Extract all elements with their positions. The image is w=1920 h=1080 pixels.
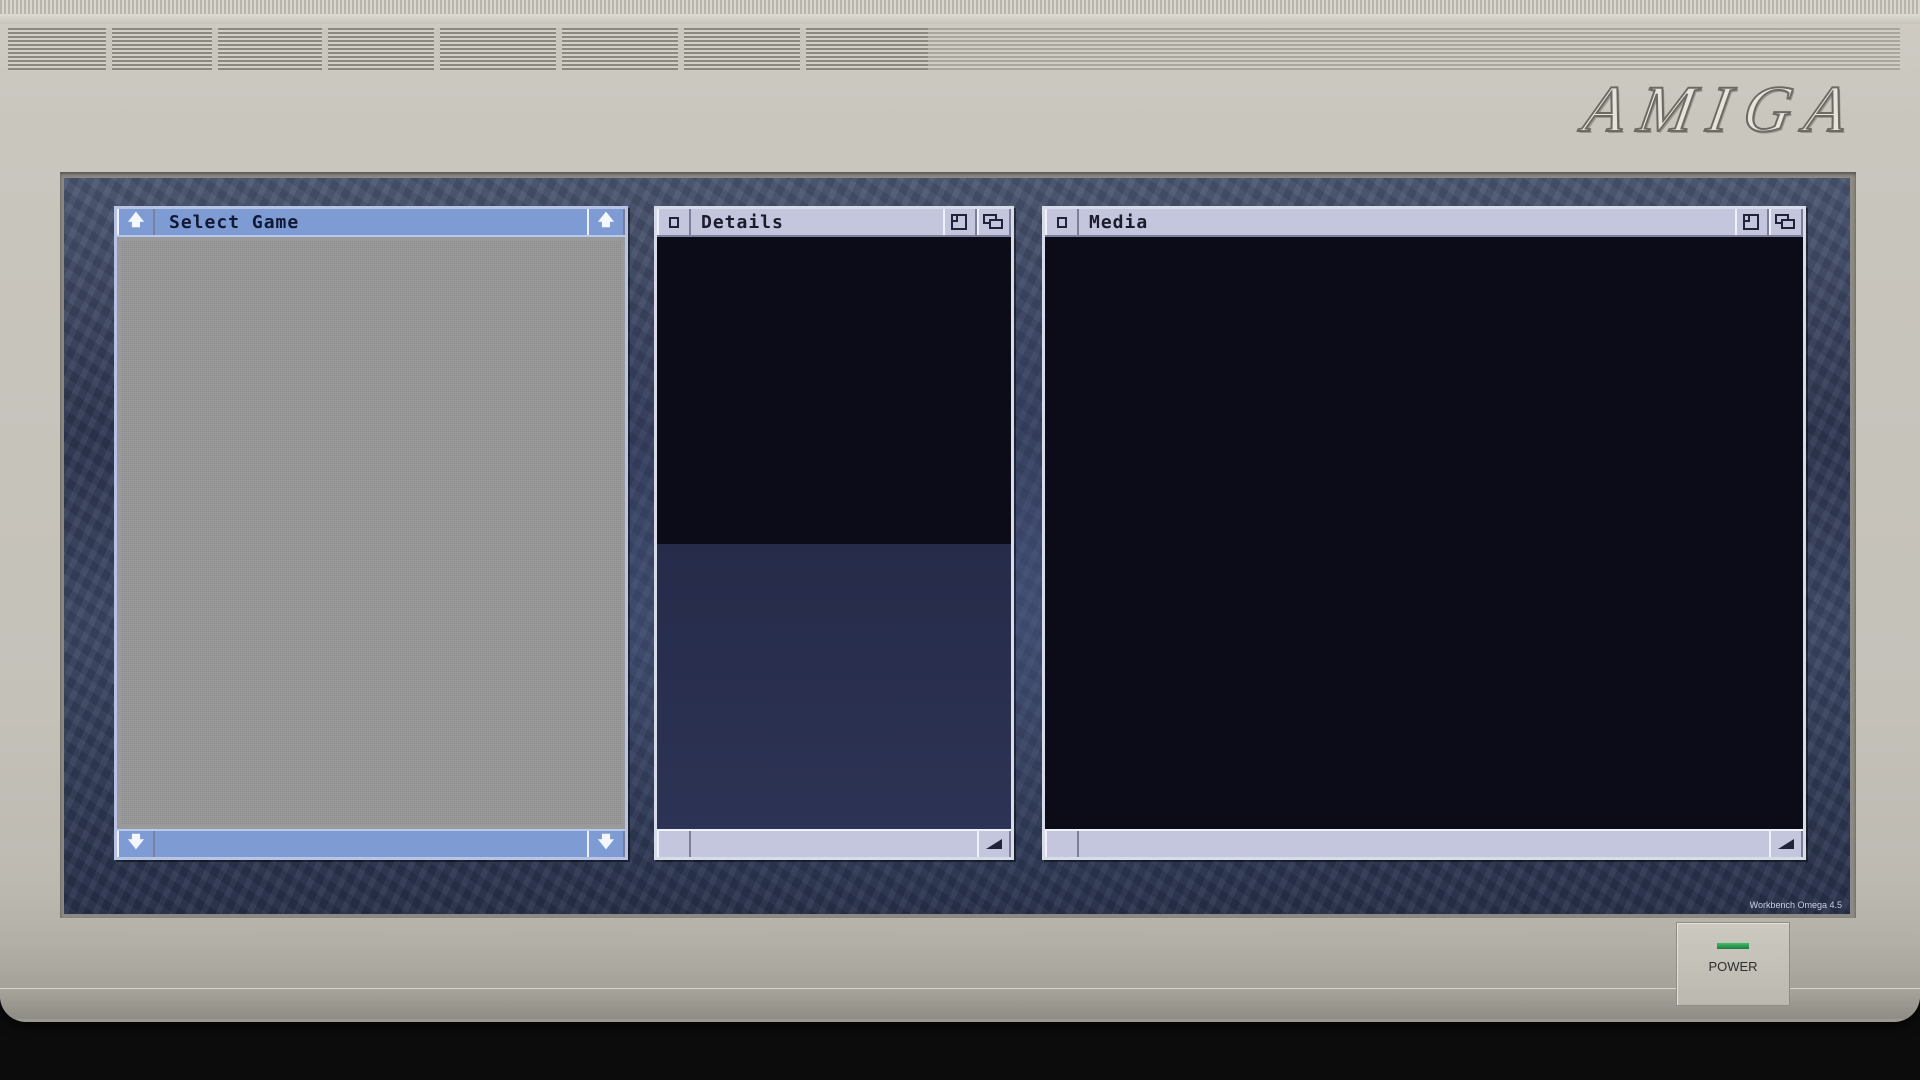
media-depth-button[interactable] [1769,209,1803,235]
details-bottom-left-gadget[interactable] [657,831,691,857]
details-close-button[interactable] [657,209,691,235]
case-vent-right [928,28,1900,70]
close-gadget-icon [669,216,679,228]
vent-divider [678,28,684,70]
media-titlebar[interactable]: Media [1045,209,1803,237]
size-gadget-icon [986,839,1002,849]
vent-divider [106,28,112,70]
media-size-button[interactable] [1769,831,1803,857]
details-titlebar[interactable]: Details [657,209,1011,237]
details-bottombar [657,829,1011,857]
depth-gadget-icon [1775,214,1797,230]
arrow-up-icon: 🡅 [127,209,145,229]
zoom-gadget-icon [1743,214,1761,230]
media-close-button[interactable] [1045,209,1079,235]
arrow-up-icon: 🡅 [597,209,615,229]
case-bottom-strip [0,988,1920,1019]
game-list[interactable] [121,241,621,825]
power-label: POWER [1708,959,1758,974]
depth-gadget-icon [983,214,1005,230]
media-window[interactable]: Media [1042,206,1806,860]
media-zoom-button[interactable] [1735,209,1769,235]
vent-divider [800,28,806,70]
media-bottom-left-gadget[interactable] [1045,831,1079,857]
arrow-down-icon: 🡇 [127,831,145,851]
scroll-up-button-right[interactable]: 🡅 [587,209,625,235]
media-title: Media [1089,212,1149,233]
size-gadget-icon [1778,839,1794,849]
details-content-area [657,544,1011,829]
details-title: Details [701,212,784,233]
select-game-titlebar[interactable]: 🡅 Select Game 🡅 [117,209,625,237]
select-game-window[interactable]: 🡅 Select Game 🡅 🡇 🡇 [114,206,628,860]
vent-divider [212,28,218,70]
details-size-button[interactable] [977,831,1011,857]
zoom-gadget-icon [951,214,969,230]
vent-divider [322,28,328,70]
workbench-version: Workbench Omega 4.5 [1749,900,1842,910]
case-top-ridge [0,0,1920,15]
select-game-bottombar: 🡇 🡇 [117,829,625,857]
details-depth-button[interactable] [977,209,1011,235]
arrow-down-icon: 🡇 [597,831,615,851]
power-led-icon [1717,943,1749,949]
scroll-down-button[interactable]: 🡇 [117,831,155,857]
power-indicator: POWER [1676,922,1790,1006]
select-game-title: Select Game [169,212,300,233]
amiga-logo: AMIGA [1577,72,1867,147]
amiga-case: AMIGA 🡅 Select Game 🡅 🡇 🡇 Details Media … [0,0,1920,1022]
media-bottombar [1045,829,1803,857]
workbench-screen: 🡅 Select Game 🡅 🡇 🡇 Details Media Workbe… [64,178,1850,914]
vent-divider [434,28,440,70]
scroll-down-button-right[interactable]: 🡇 [587,831,625,857]
details-window[interactable]: Details [654,206,1014,860]
case-top-lip [0,14,1920,24]
scroll-up-button[interactable]: 🡅 [117,209,155,235]
details-zoom-button[interactable] [943,209,977,235]
close-gadget-icon [1057,216,1067,228]
vent-divider [556,28,562,70]
